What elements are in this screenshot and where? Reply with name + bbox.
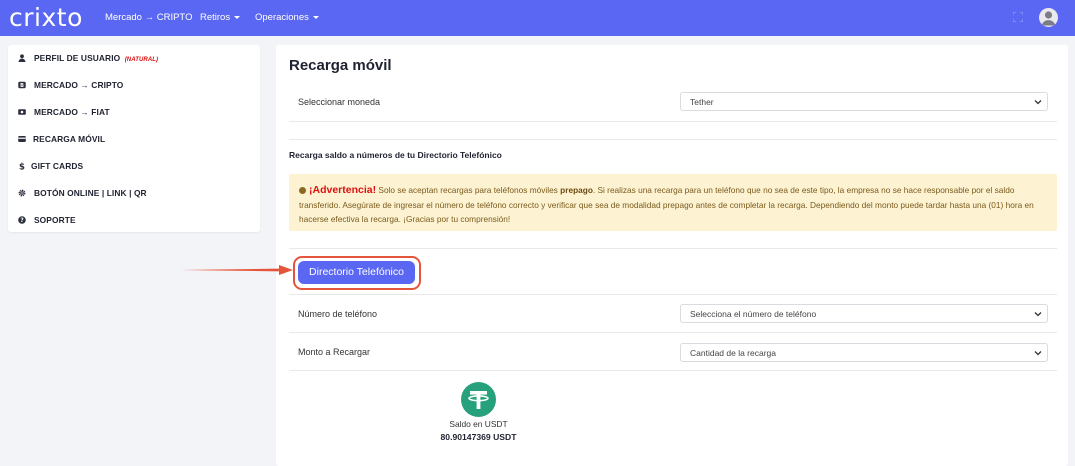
bitcoin-icon: B — [18, 81, 26, 89]
currency-select[interactable]: Tether — [680, 92, 1048, 111]
page-title: Recarga móvil — [289, 57, 392, 74]
svg-text:$: $ — [19, 162, 25, 170]
chevron-down-icon — [234, 15, 241, 19]
money-icon — [18, 109, 26, 115]
sidebar-item-gift-cards[interactable]: $ GIFT CARDS — [8, 157, 260, 175]
alert-bold: prepago — [560, 185, 593, 195]
amount-label: Monto a Recargar — [298, 347, 371, 357]
sidebar-item-label: PERFIL DE USUARIO — [34, 53, 121, 63]
divider — [289, 139, 1057, 140]
card-icon — [18, 136, 26, 142]
annotation-arrow — [181, 265, 293, 275]
top-navbar: crixto Mercado → CRIPTO Retiros Operacio… — [0, 0, 1075, 36]
divider — [289, 121, 1057, 122]
phone-select[interactable]: Selecciona el número de teléfono — [680, 304, 1048, 323]
sidebar-item-label: GIFT CARDS — [31, 161, 84, 171]
divider — [289, 294, 1057, 295]
question-icon: ? — [18, 216, 26, 224]
balance-value: 80.90147369 USDT — [440, 432, 517, 442]
warning-alert: ¡Advertencia! Solo se aceptan recargas p… — [289, 174, 1057, 231]
warning-dot-icon — [299, 187, 306, 194]
sidebar-item-label: SOPORTE — [34, 215, 76, 225]
tether-icon — [461, 382, 496, 417]
profile-type-badge: (NATURAL) — [124, 57, 159, 63]
divider — [289, 332, 1057, 333]
highlight-outline: Directorio Telefónico — [293, 256, 421, 290]
sidebar-item-recarga-movil[interactable]: RECARGA MÓVIL — [8, 130, 260, 148]
sidebar-item-label: MERCADO → FIAT — [34, 107, 110, 117]
user-icon — [18, 54, 26, 62]
sidebar-item-label: RECARGA MÓVIL — [33, 134, 106, 144]
chevron-down-icon — [1034, 351, 1042, 356]
divider — [289, 248, 1057, 249]
nav-operaciones[interactable]: Operaciones — [255, 12, 319, 23]
currency-label: Seleccionar moneda — [298, 97, 381, 107]
phone-label: Número de teléfono — [298, 309, 378, 319]
sidebar-item-perfil[interactable]: PERFIL DE USUARIO (NATURAL) — [8, 49, 260, 67]
chevron-down-icon — [1034, 312, 1042, 317]
sidebar-item-mercado-cripto[interactable]: B MERCADO → CRIPTO — [8, 76, 260, 94]
brand-logo[interactable]: crixto — [9, 3, 83, 32]
sidebar: PERFIL DE USUARIO (NATURAL) B MERCADO → … — [8, 45, 260, 232]
section-title: Recarga saldo a números de tu Directorio… — [289, 150, 502, 160]
sidebar-item-label: BOTÓN ONLINE | LINK | QR — [34, 188, 147, 198]
nav-mercado-cripto[interactable]: Mercado → CRIPTO — [105, 12, 192, 23]
directory-button[interactable]: Directorio Telefónico — [298, 261, 415, 284]
chevron-down-icon — [1034, 100, 1042, 105]
svg-text:?: ? — [20, 218, 23, 224]
amount-select[interactable]: Cantidad de la recarga — [680, 343, 1048, 362]
chevron-down-icon — [312, 15, 319, 19]
sidebar-item-label: MERCADO → CRIPTO — [34, 80, 124, 90]
phone-select-placeholder: Selecciona el número de teléfono — [690, 309, 817, 319]
recarga-card: Recarga móvil Seleccionar moneda Tether … — [276, 45, 1068, 466]
balance-label: Saldo en USDT — [449, 419, 508, 429]
nav-retiros[interactable]: Retiros — [200, 12, 241, 23]
fullscreen-icon[interactable] — [1013, 12, 1023, 22]
currency-select-value: Tether — [690, 97, 714, 107]
svg-text:B: B — [20, 83, 24, 89]
avatar-icon — [1041, 11, 1056, 26]
avatar[interactable] — [1039, 8, 1058, 27]
alert-heading: ¡Advertencia! — [309, 184, 377, 196]
gear-icon — [18, 189, 26, 197]
sidebar-item-soporte[interactable]: ? SOPORTE — [8, 211, 260, 229]
amount-select-placeholder: Cantidad de la recarga — [690, 348, 777, 358]
sidebar-item-mercado-fiat[interactable]: MERCADO → FIAT — [8, 103, 260, 121]
divider — [289, 370, 1057, 371]
dollar-icon: $ — [19, 162, 25, 170]
sidebar-item-boton-online[interactable]: BOTÓN ONLINE | LINK | QR — [8, 184, 260, 202]
alert-text: Solo se aceptan recargas para teléfonos … — [378, 185, 558, 195]
